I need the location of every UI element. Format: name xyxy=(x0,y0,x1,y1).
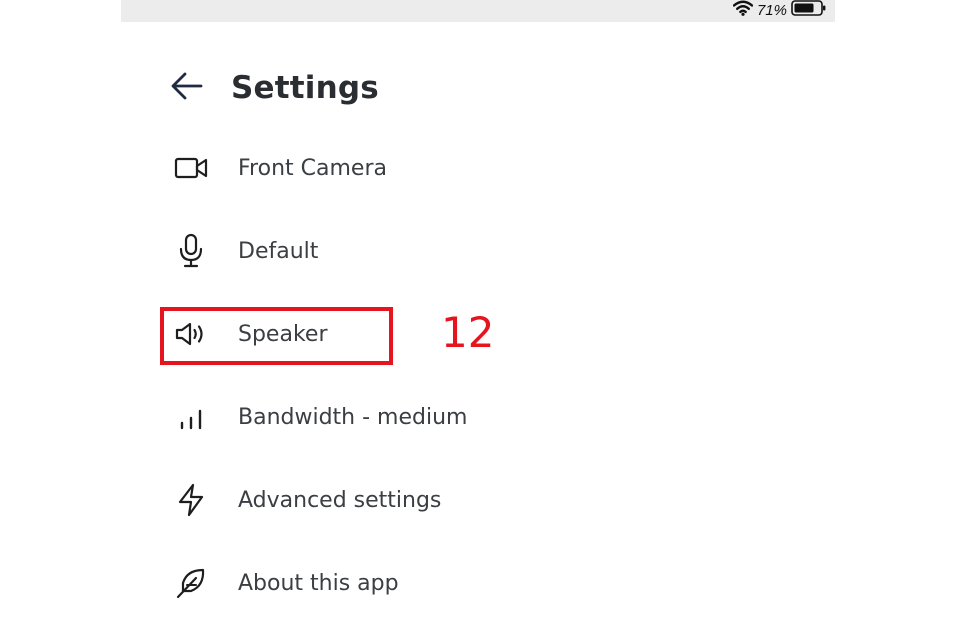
wifi-icon xyxy=(732,0,754,20)
menu-item-label: About this app xyxy=(238,570,399,596)
menu-item-about[interactable]: About this app xyxy=(169,563,399,603)
status-bar: 71% xyxy=(121,0,835,22)
menu-item-microphone[interactable]: Default xyxy=(169,231,318,271)
menu-item-front-camera[interactable]: Front Camera xyxy=(169,148,387,188)
signal-bars-icon xyxy=(169,397,213,437)
lightning-icon xyxy=(169,480,213,520)
arrow-left-icon xyxy=(170,71,204,105)
menu-item-label: Default xyxy=(238,238,319,264)
menu-item-label: Advanced settings xyxy=(238,487,442,513)
header: Settings xyxy=(169,66,379,110)
video-camera-icon xyxy=(169,148,213,188)
page-title: Settings xyxy=(231,70,379,106)
annotation-label: 12 xyxy=(441,308,495,357)
menu-item-advanced-settings[interactable]: Advanced settings xyxy=(169,480,441,520)
annotation-highlight-box xyxy=(160,307,393,365)
menu-item-label: Front Camera xyxy=(238,155,387,181)
battery-icon xyxy=(791,0,827,21)
back-button[interactable] xyxy=(169,70,205,106)
microphone-icon xyxy=(169,231,213,271)
battery-percent: 71% xyxy=(756,1,787,19)
menu-item-bandwidth[interactable]: Bandwidth - medium xyxy=(169,397,467,437)
menu-item-label: Bandwidth - medium xyxy=(238,404,468,430)
status-indicators: 71% xyxy=(732,0,827,21)
feather-icon xyxy=(169,563,213,603)
